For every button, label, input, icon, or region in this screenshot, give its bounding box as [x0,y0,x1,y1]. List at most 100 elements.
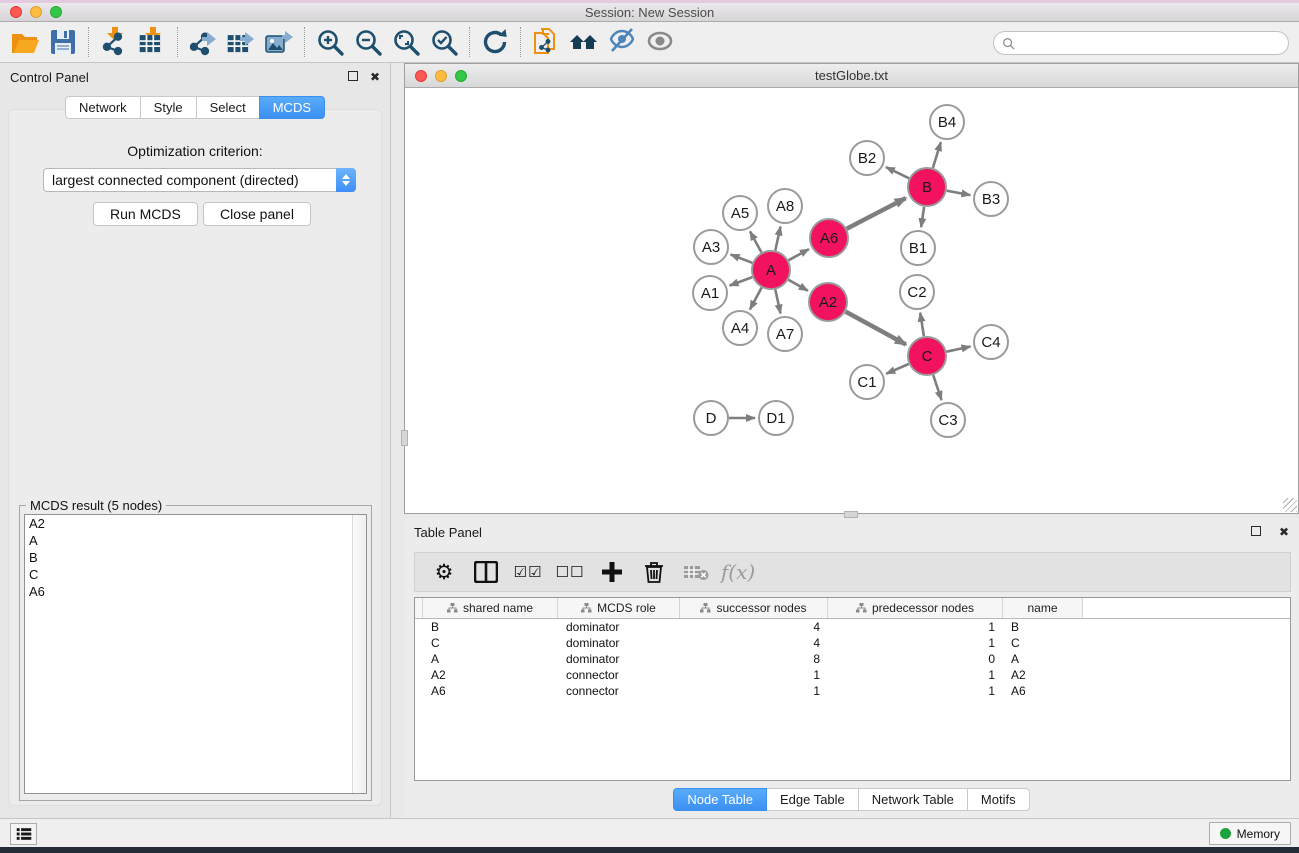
table-row-A2[interactable]: A2connector11A2 [415,667,1290,683]
show-details-button[interactable] [641,25,679,59]
graph-edge-C-C3[interactable] [933,375,941,400]
criterion-dropdown[interactable]: largest connected component (directed) [43,168,356,192]
graph-edge-A-A5[interactable] [750,231,761,252]
graph-edge-A-A2[interactable] [788,280,808,291]
graph-node-A1[interactable]: A1 [693,276,727,310]
graph-node-C4[interactable]: C4 [974,325,1008,359]
cell-name[interactable]: B [1003,620,1083,634]
tab-network[interactable]: Network [65,96,141,119]
zoom-fit-button[interactable] [387,25,425,59]
table-row-B[interactable]: Bdominator41B [415,619,1290,635]
graph-node-B4[interactable]: B4 [930,105,964,139]
table-row-A[interactable]: Adominator80A [415,651,1290,667]
network-view-window[interactable]: testGlobe.txt B4 B2 B B3 A8 A5 A6 A3 B1 … [404,63,1299,514]
gear-button[interactable]: ⚙ [427,556,461,588]
graph-node-A5[interactable]: A5 [723,196,757,230]
search-field[interactable] [993,31,1289,55]
cell-predecessor-nodes[interactable]: 1 [828,684,1003,698]
app-titlebar[interactable]: Session: New Session [0,3,1299,22]
graph-edge-B-B2[interactable] [886,167,909,178]
graph-edge-C-C1[interactable] [886,364,908,374]
cell-successor-nodes[interactable]: 4 [680,620,828,634]
close-panel-icon[interactable]: ✖ [370,71,380,83]
cell-shared-name[interactable]: A6 [423,684,558,698]
close-panel-button[interactable]: Close panel [203,202,311,226]
graph-edge-A6-B[interactable] [847,198,906,229]
graph-node-A8[interactable]: A8 [768,189,802,223]
graph-node-A2[interactable]: A2 [809,283,847,321]
function-builder-button[interactable]: f(x) [721,556,755,588]
search-input[interactable] [1020,36,1280,50]
column-header-successor-nodes[interactable]: successor nodes [680,598,828,618]
graph-node-D1[interactable]: D1 [759,401,793,435]
open-file-button[interactable] [6,25,44,59]
cell-MCDS-role[interactable]: connector [558,684,680,698]
cell-shared-name[interactable]: A [423,652,558,666]
zoom-selected-button[interactable] [425,25,463,59]
result-item-A6[interactable]: A6 [25,583,366,600]
graph-node-A[interactable]: A [752,251,790,289]
cell-successor-nodes[interactable]: 1 [680,684,828,698]
tab-motifs[interactable]: Motifs [967,788,1030,811]
graph-node-C3[interactable]: C3 [931,403,965,437]
graph-node-C[interactable]: C [908,337,946,375]
graph-node-A4[interactable]: A4 [723,311,757,345]
new-network-button[interactable] [527,25,565,59]
graph-edge-A-A1[interactable] [730,277,753,286]
graph-edge-B-B3[interactable] [947,191,971,195]
graph-node-B[interactable]: B [908,168,946,206]
table-float-panel-icon[interactable] [1251,526,1261,538]
result-item-A[interactable]: A [25,532,366,549]
graph-node-A6[interactable]: A6 [810,219,848,257]
cell-MCDS-role[interactable]: dominator [558,620,680,634]
unchecked-boxes-button[interactable]: ☐☐ [553,556,587,588]
tab-select[interactable]: Select [196,96,260,119]
mcds-result-list[interactable]: A2ABCA6 [24,514,367,794]
result-list-scrollbar[interactable] [352,515,366,793]
graph-node-B2[interactable]: B2 [850,141,884,175]
cell-shared-name[interactable]: B [423,620,558,634]
resize-grip-icon[interactable] [1283,498,1297,512]
graph-edge-C-C4[interactable] [947,347,971,352]
cell-successor-nodes[interactable]: 1 [680,668,828,682]
column-header-predecessor-nodes[interactable]: predecessor nodes [828,598,1003,618]
graph-node-B3[interactable]: B3 [974,182,1008,216]
tab-style[interactable]: Style [140,96,197,119]
cell-name[interactable]: C [1003,636,1083,650]
network-canvas[interactable]: B4 B2 B B3 A8 A5 A6 A3 B1 A A1 C2 A2 A4 [407,89,1296,511]
graph-node-D[interactable]: D [694,401,728,435]
cell-MCDS-role[interactable]: dominator [558,636,680,650]
add-column-button[interactable] [595,556,629,588]
graph-edge-A-A7[interactable] [775,290,780,314]
import-table-button[interactable] [133,25,171,59]
cell-MCDS-role[interactable]: connector [558,668,680,682]
export-table-button[interactable] [222,25,260,59]
tab-node-table[interactable]: Node Table [673,788,767,811]
cell-name[interactable]: A2 [1003,668,1083,682]
hide-details-button[interactable] [603,25,641,59]
float-panel-icon[interactable] [348,71,358,83]
import-network-button[interactable] [95,25,133,59]
checked-boxes-button[interactable]: ☑☑ [511,556,545,588]
cell-shared-name[interactable]: A2 [423,668,558,682]
cell-predecessor-nodes[interactable]: 0 [828,652,1003,666]
graph-edge-B-B4[interactable] [933,142,941,168]
tab-edge-table[interactable]: Edge Table [766,788,859,811]
export-image-button[interactable] [260,25,298,59]
cell-shared-name[interactable]: C [423,636,558,650]
cell-successor-nodes[interactable]: 8 [680,652,828,666]
horizontal-splitter-handle[interactable] [844,511,858,518]
zoom-out-button[interactable] [349,25,387,59]
zoom-in-button[interactable] [311,25,349,59]
cell-predecessor-nodes[interactable]: 1 [828,668,1003,682]
graph-node-B1[interactable]: B1 [901,231,935,265]
tab-network-table[interactable]: Network Table [858,788,968,811]
graph-node-A3[interactable]: A3 [694,230,728,264]
graph-edge-A2-C[interactable] [846,312,906,345]
export-network-button[interactable] [184,25,222,59]
save-session-button[interactable] [44,25,82,59]
graph-edge-A-A6[interactable] [789,249,809,260]
column-header-MCDS-role[interactable]: MCDS role [558,598,680,618]
split-view-button[interactable] [469,556,503,588]
cell-name[interactable]: A [1003,652,1083,666]
